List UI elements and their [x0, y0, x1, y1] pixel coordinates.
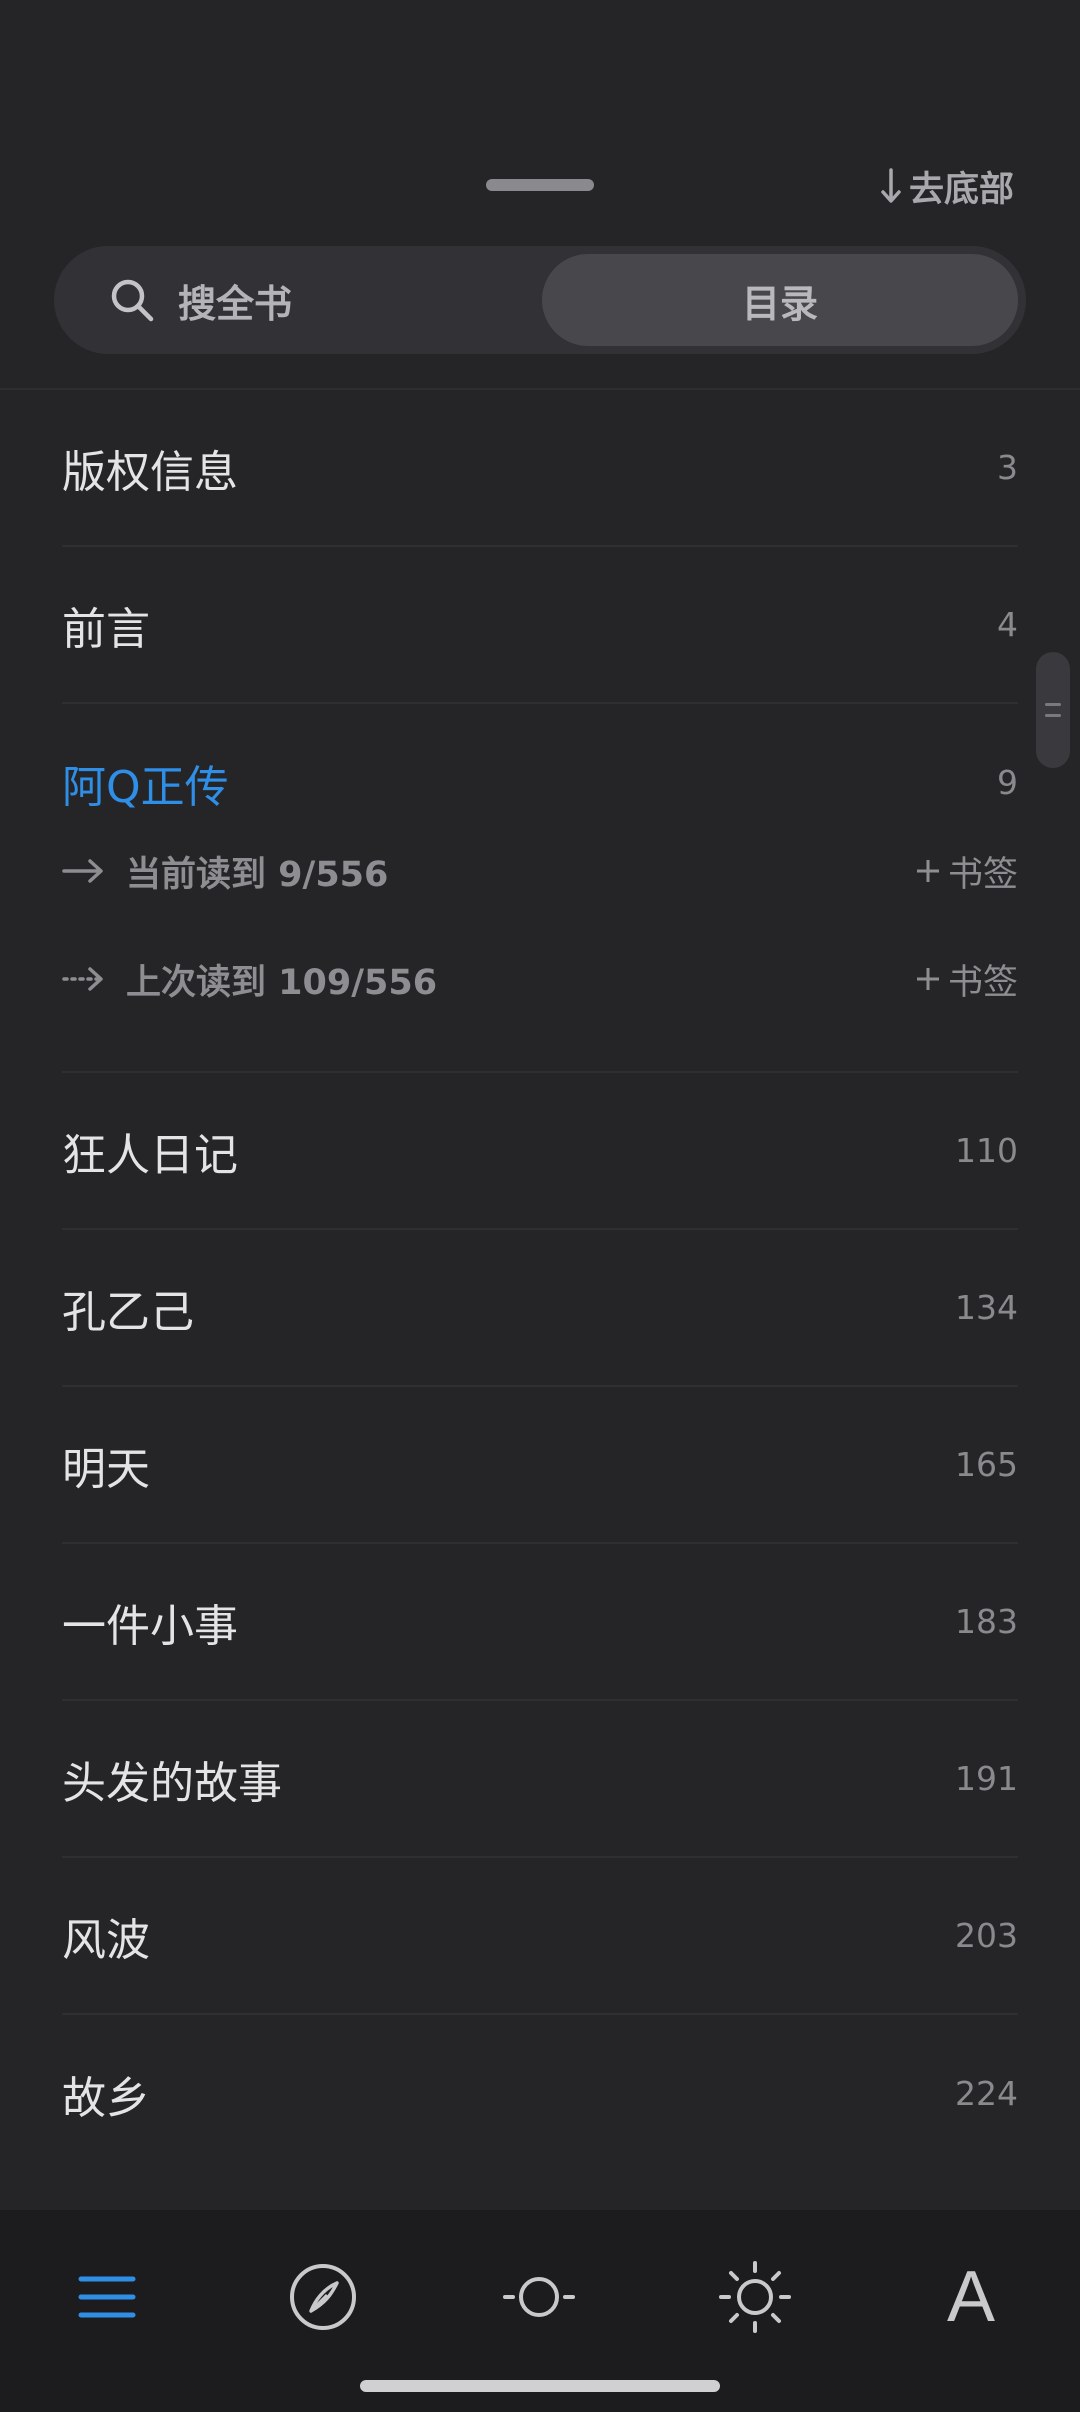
compass-icon [290, 2264, 356, 2330]
home-indicator[interactable] [360, 2380, 720, 2392]
font-settings-button[interactable]: A [926, 2252, 1016, 2342]
toc-list: 版权信息 3 前言 4 阿Q正传 9 当前读到 9/556 书签 上次读到 10… [0, 390, 1080, 2172]
search-icon [111, 279, 154, 322]
toc-item-title: 阿Q正传 [62, 761, 229, 813]
toc-item-title: 头发的故事 [62, 1757, 282, 1809]
toc-item-title: 前言 [62, 603, 150, 655]
toc-item-current[interactable]: 阿Q正传 9 [62, 704, 1018, 861]
toc-item-page: 9 [997, 763, 1018, 802]
go-to-bottom-label: 去底部 [908, 169, 1014, 210]
menu-icon [78, 2276, 136, 2318]
font-icon: A [946, 2257, 996, 2337]
toc-item-title: 孔乙己 [62, 1286, 194, 1338]
toc-item-page: 134 [955, 1288, 1018, 1327]
go-to-bottom-button[interactable]: 去底部 [877, 160, 1014, 212]
toc-item[interactable]: 孔乙己 134 [62, 1230, 1018, 1387]
toc-item-page: 110 [955, 1131, 1018, 1170]
toc-item[interactable]: 明天 165 [62, 1387, 1018, 1544]
toc-item[interactable]: 风波 203 [62, 1858, 1018, 2015]
toc-item[interactable]: 前言 4 [62, 547, 1018, 704]
toc-item-page: 165 [955, 1445, 1018, 1484]
toc-item-title: 明天 [62, 1443, 150, 1495]
toc-item-title: 版权信息 [62, 446, 238, 498]
toc-item-page: 203 [955, 1916, 1018, 1955]
toc-item[interactable]: 狂人日记 110 [62, 1073, 1018, 1230]
scroll-mode-button[interactable] [494, 2252, 584, 2342]
toc-item-page: 183 [955, 1602, 1018, 1641]
menu-button[interactable] [62, 2252, 152, 2342]
drag-handle[interactable] [486, 179, 594, 191]
toc-item[interactable]: 故乡 224 [62, 2015, 1018, 2172]
search-book-label: 搜全书 [178, 281, 293, 326]
last-reading-row[interactable]: 上次读到 109/556 书签 [62, 925, 1018, 1033]
toc-item[interactable]: 版权信息 3 [62, 390, 1018, 547]
toc-item-title: 狂人日记 [62, 1129, 238, 1181]
toc-item-page: 224 [955, 2074, 1018, 2113]
toc-tab-label: 目录 [741, 281, 818, 326]
toc-item[interactable]: 头发的故事 191 [62, 1701, 1018, 1858]
plus-icon [916, 968, 939, 990]
bookmark-label: 书签 [947, 962, 1018, 1003]
fast-scroll-handle[interactable] [1036, 652, 1070, 768]
toc-item-title: 故乡 [62, 2072, 150, 2124]
brightness-button[interactable] [710, 2252, 800, 2342]
mode-segmented-control: 搜全书 目录 [54, 246, 1026, 354]
dotted-arrow-right-icon [62, 967, 103, 991]
scroll-mode-icon [503, 2277, 575, 2317]
toc-item-page: 4 [997, 605, 1018, 644]
current-chapter-block: 阿Q正传 9 当前读到 9/556 书签 上次读到 109/556 书签 [62, 704, 1018, 1073]
toc-item-page: 191 [955, 1759, 1018, 1798]
add-bookmark-button[interactable]: 书签 [914, 954, 1018, 1005]
brightness-icon [719, 2261, 791, 2333]
toc-tab[interactable]: 目录 [542, 254, 1018, 346]
last-reading-label: 上次读到 109/556 [126, 962, 438, 1003]
toc-item[interactable]: 一件小事 183 [62, 1544, 1018, 1701]
toc-item-page: 3 [997, 448, 1018, 487]
search-book-tab[interactable]: 搜全书 [62, 254, 542, 346]
toc-item-title: 一件小事 [62, 1600, 238, 1652]
toc-item-title: 风波 [62, 1914, 150, 1966]
discover-button[interactable] [278, 2252, 368, 2342]
arrow-down-icon [881, 168, 901, 203]
reader-toc-panel: 去底部 搜全书 目录 版权信息 3 前言 4 阿Q正传 9 当前读到 9/556… [0, 0, 1080, 2412]
plus-icon [916, 860, 939, 882]
